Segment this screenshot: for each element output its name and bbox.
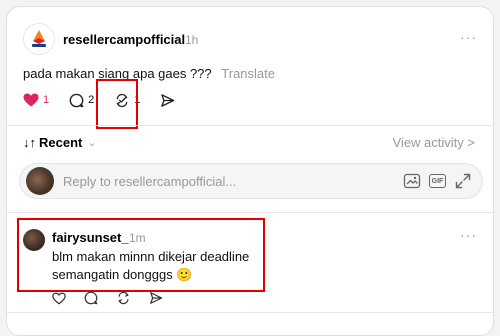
like-count: 1 <box>43 94 50 106</box>
post-username[interactable]: resellercampofficial <box>63 32 185 47</box>
comment-bubble-icon <box>69 93 84 107</box>
sort-arrows-icon: ↓↑ <box>23 135 36 150</box>
repost-icon <box>116 93 128 107</box>
expand-icon[interactable] <box>454 172 472 190</box>
avatar <box>26 167 54 195</box>
repost-button[interactable]: 1 <box>114 93 140 108</box>
translate-link[interactable]: Translate <box>221 66 275 81</box>
comment-actions <box>52 291 181 305</box>
comment-more-button[interactable]: ··· <box>460 227 477 243</box>
chevron-down-icon: ⌄ <box>87 137 97 149</box>
reply-input[interactable]: Reply to resellercampofficial... GIF <box>19 163 483 199</box>
image-icon[interactable] <box>403 172 421 190</box>
post-more-button[interactable]: ··· <box>460 29 477 45</box>
view-activity-link[interactable]: View activity > <box>393 135 476 150</box>
heart-filled-icon <box>23 93 39 107</box>
comment-username[interactable]: fairysunset_ <box>52 230 129 245</box>
post-text-body: pada makan siang apa gaes ??? <box>23 66 212 81</box>
reply-toolbar: GIF <box>395 172 472 190</box>
share-button[interactable] <box>160 93 175 108</box>
comment-button[interactable]: 2 <box>69 93 94 108</box>
brand-logo-icon <box>32 30 46 47</box>
post-actions: 1 2 1 <box>23 89 195 111</box>
gif-icon[interactable]: GIF <box>429 174 446 188</box>
send-icon <box>161 93 175 107</box>
gif-label: GIF <box>431 177 444 185</box>
divider <box>7 125 493 126</box>
reply-placeholder: Reply to resellercampofficial... <box>63 174 237 189</box>
repost-icon[interactable] <box>116 291 131 305</box>
comment-count: 2 <box>88 94 95 106</box>
post-time: 1h <box>185 33 199 47</box>
like-button[interactable]: 1 <box>23 93 49 107</box>
sort-label: Recent <box>39 135 83 150</box>
divider <box>7 312 493 313</box>
divider <box>7 212 493 213</box>
comment-time: 1m <box>129 231 146 245</box>
comment-line-1: blm makan minnn dikejar deadline <box>52 249 250 264</box>
comment-line-2: semangatin dongggs 🙂 <box>52 267 193 282</box>
heart-icon[interactable] <box>52 292 66 305</box>
avatar[interactable] <box>23 229 45 251</box>
sort-dropdown[interactable]: ↓↑ Recent ⌄ <box>23 135 97 150</box>
comment-item: fairysunset_ 1m ··· blm makan minnn dike… <box>7 217 493 307</box>
avatar[interactable] <box>23 23 55 55</box>
original-post: resellercampofficial 1h ··· pada makan s… <box>7 7 493 127</box>
comment-bubble-icon[interactable] <box>84 291 98 305</box>
post-text: pada makan siang apa gaes ??? Translate <box>23 66 275 81</box>
repost-count: 1 <box>134 94 141 106</box>
comment-text: blm makan minnn dikejar deadline semanga… <box>52 248 302 284</box>
send-icon[interactable] <box>149 291 163 305</box>
thread-card: resellercampofficial 1h ··· pada makan s… <box>6 6 494 336</box>
